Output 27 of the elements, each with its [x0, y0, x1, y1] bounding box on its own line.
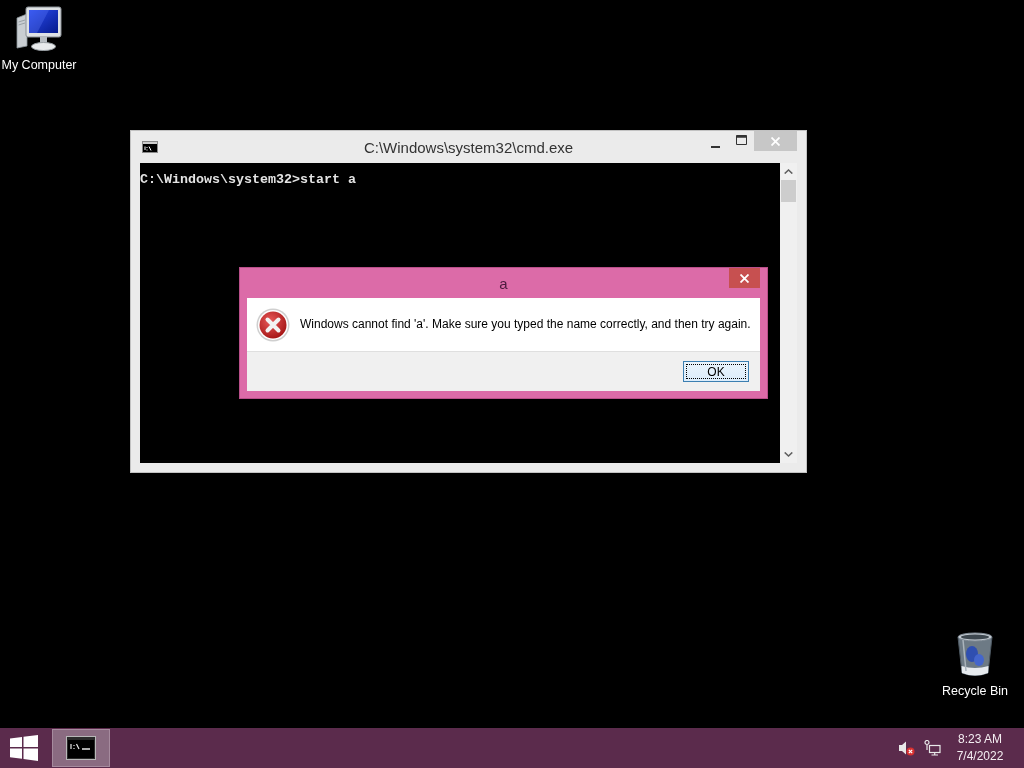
clock-time[interactable]: 8:23 AM — [958, 731, 1002, 748]
desktop-icon-label[interactable]: My Computer — [1, 58, 77, 73]
dialog-button[interactable]: OK — [683, 361, 749, 382]
console-icon — [66, 736, 96, 760]
scroll-thumb[interactable] — [781, 180, 796, 202]
console-line: C:\Windows\system32>start a — [140, 174, 357, 186]
chevron-up-icon — [784, 169, 793, 174]
scrollbar[interactable] — [780, 163, 797, 463]
desktop-icon-label[interactable]: Recycle Bin — [942, 684, 1008, 699]
close-button[interactable] — [729, 268, 760, 288]
message-text: Windows cannot find 'a'. Make sure you typed the name correctly, and then try again. — [300, 317, 751, 332]
maximize-icon — [735, 135, 747, 145]
error-icon — [256, 307, 290, 342]
taskbar-button[interactable] — [52, 729, 110, 767]
close-icon — [771, 136, 780, 146]
console-icon — [142, 141, 158, 153]
window-title: C:\Windows\system32\cmd.exe — [363, 138, 574, 156]
windows-logo-icon — [10, 735, 38, 761]
network-icon[interactable] — [924, 740, 941, 756]
minimize-icon — [710, 145, 720, 148]
close-icon — [740, 273, 749, 283]
window-title: a — [499, 274, 508, 292]
recycle-bin-icon[interactable] — [955, 630, 995, 678]
volume-icon[interactable] — [898, 740, 915, 756]
chevron-down-icon — [784, 452, 793, 457]
computer-icon[interactable] — [15, 6, 63, 52]
clock-date[interactable]: 7/4/2022 — [956, 748, 1004, 765]
